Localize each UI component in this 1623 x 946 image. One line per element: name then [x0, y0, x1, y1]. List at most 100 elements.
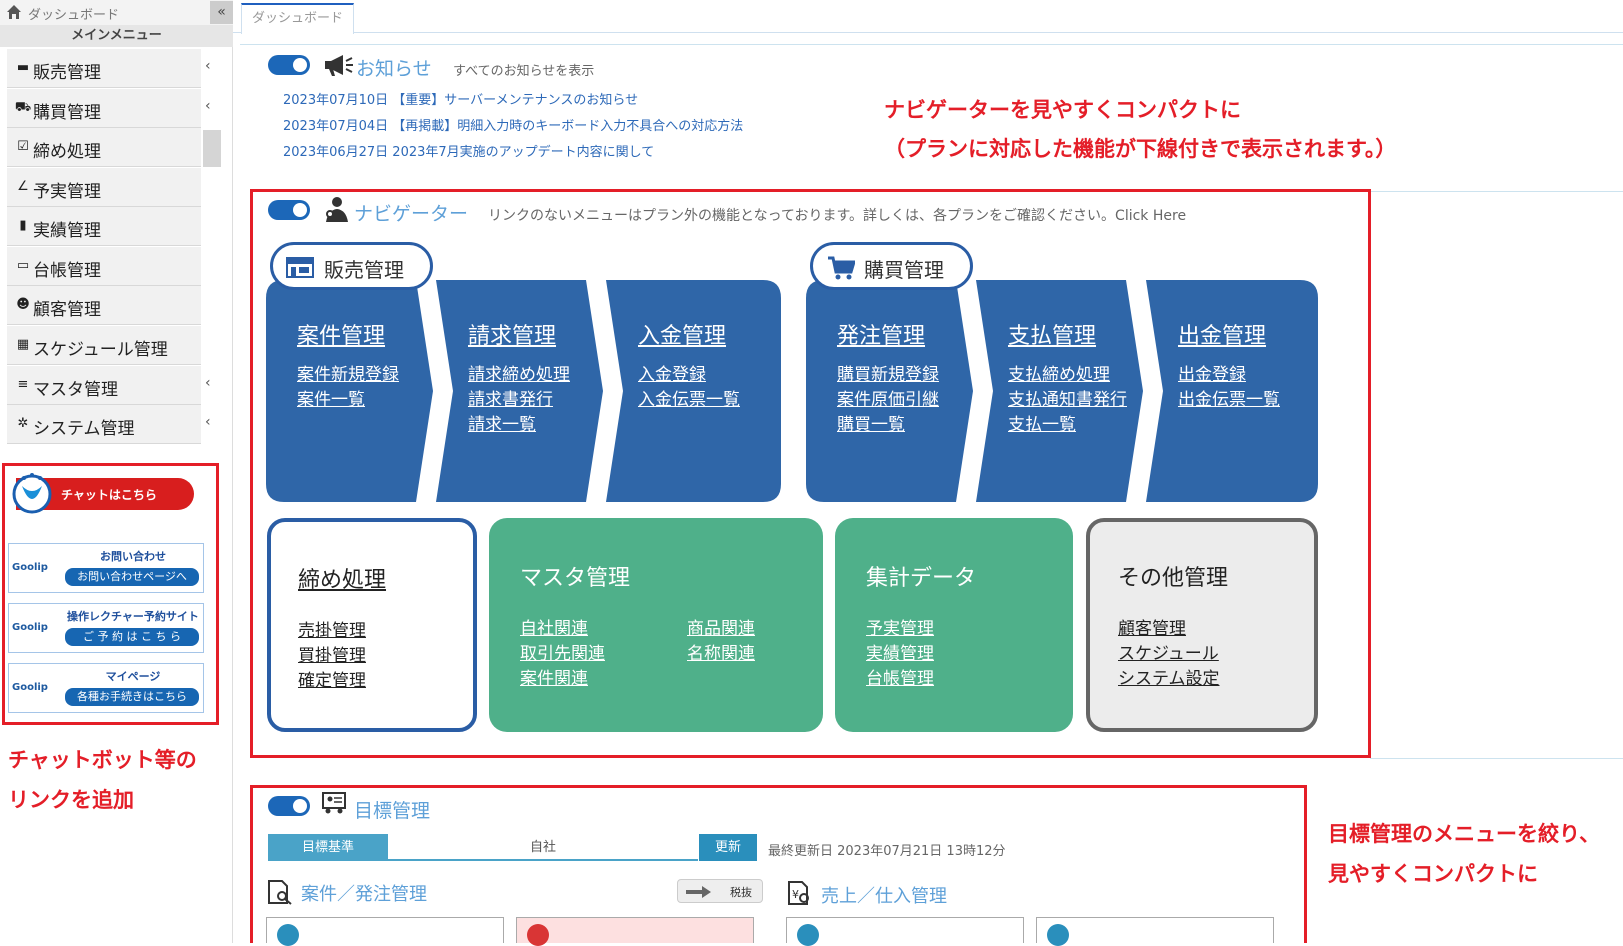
disbursement-slip-list-link[interactable]: 出金伝票一覧: [1178, 385, 1280, 410]
goals-board-icon: [322, 792, 346, 814]
collapse-sidebar-button[interactable]: «: [210, 1, 233, 24]
divider: [1370, 758, 1623, 759]
billing-list-link[interactable]: 請求一覧: [468, 410, 536, 435]
sidebar-item-label: スケジュール管理: [33, 340, 168, 360]
goals-title: 目標管理: [354, 800, 431, 822]
notices-toggle[interactable]: [268, 55, 310, 75]
notice-item[interactable]: 2023年06月27日 2023年7月実施のアップデート内容に関して: [283, 141, 654, 160]
chevron-left-icon: ‹: [205, 375, 211, 391]
annotation-goals-line1: 目標管理のメニューを絞り、: [1328, 822, 1601, 846]
new-project-link[interactable]: 案件新規登録: [297, 360, 399, 385]
sales-label-pill: 販売管理: [270, 242, 433, 290]
project-order-title: 案件／発注管理: [301, 884, 427, 905]
sidebar-item-budget-actual[interactable]: ∠ 予実管理: [7, 168, 201, 207]
sales-label: 販売管理: [324, 258, 404, 282]
closing-card-title[interactable]: 締め処理: [298, 562, 386, 594]
sidebar-item-system[interactable]: ✲ システム管理 ‹: [7, 405, 211, 444]
billing-closing-link[interactable]: 請求締め処理: [468, 360, 570, 385]
payment-received-entry-link[interactable]: 入金登録: [638, 360, 706, 385]
notice-item[interactable]: 2023年07月10日 【重要】サーバーメンテナンスのお知らせ: [283, 89, 638, 108]
sidebar-item-results[interactable]: ▮ 実績管理: [7, 207, 201, 246]
sidebar-item-master[interactable]: ≡ マスタ管理 ‹: [7, 366, 211, 405]
update-button[interactable]: 更新: [699, 834, 757, 861]
megaphone-icon: [325, 55, 353, 76]
cart-icon: [828, 256, 855, 280]
sales-icon: ▬: [16, 60, 30, 75]
sidebar-item-sales[interactable]: ▬ 販売管理 ‹: [7, 49, 211, 88]
goal-summary-box: [1036, 917, 1274, 946]
sidebar-item-purchase[interactable]: ⛟ 購買管理 ‹: [7, 89, 211, 128]
order-mgmt-link[interactable]: 発注管理: [837, 318, 925, 350]
payment-list-link[interactable]: 支払一覧: [1008, 410, 1076, 435]
show-all-notices-link[interactable]: すべてのお知らせを表示: [453, 60, 594, 79]
own-company-link[interactable]: 自社関連: [520, 614, 588, 639]
closing-card: 締め処理 売掛管理 買掛管理 確定管理: [267, 518, 477, 732]
project-mgmt-link[interactable]: 案件管理: [297, 318, 385, 350]
contact-page-button[interactable]: お問い合わせページへ: [65, 568, 199, 586]
calendar-icon: ▦: [16, 337, 30, 352]
sidebar: ダッシュボード « メインメニュー ▬ 販売管理 ‹ ⛟ 購買管理 ‹ ☑ 締め…: [0, 0, 233, 943]
lecture-booking-card[interactable]: Goolip 操作レクチャー予約サイト ご 予 約 は こ ち ら: [8, 603, 204, 653]
home-icon[interactable]: [6, 4, 22, 20]
notice-item[interactable]: 2023年07月04日 【再掲載】明細入力時のキーボード入力不具合への対応方法: [283, 115, 743, 134]
tab-dashboard[interactable]: ダッシュボード: [241, 3, 354, 34]
sidebar-item-customers[interactable]: ☻ 顧客管理: [7, 286, 201, 325]
new-purchase-link[interactable]: 購買新規登録: [837, 360, 939, 385]
users-icon: ☻: [16, 297, 30, 312]
confirmation-link[interactable]: 確定管理: [298, 666, 366, 691]
name-related-link[interactable]: 名称関連: [687, 639, 755, 664]
sidebar-item-closing[interactable]: ☑ 締め処理: [7, 128, 201, 167]
sidebar-item-label: 顧客管理: [33, 300, 101, 320]
sidebar-item-label: 締め処理: [33, 142, 101, 162]
cart-icon: ⛟: [14, 100, 32, 115]
payables-link[interactable]: 買掛管理: [298, 641, 366, 666]
annotation-navigator-line2: （プランに対応した機能が下線付きで表示されます。）: [884, 137, 1397, 161]
schedule-link[interactable]: スケジュール: [1118, 639, 1219, 664]
receivables-link[interactable]: 売掛管理: [298, 616, 366, 641]
results-link[interactable]: 実績管理: [866, 639, 934, 664]
ledger-link[interactable]: 台帳管理: [866, 664, 934, 689]
navigator-person-icon: [326, 197, 348, 222]
disbursement-entry-link[interactable]: 出金登録: [1178, 360, 1246, 385]
sidebar-item-ledger[interactable]: ▭ 台帳管理: [7, 247, 201, 286]
gear-icon: ✲: [17, 416, 29, 431]
payment-notice-issue-link[interactable]: 支払通知書発行: [1008, 385, 1127, 410]
customer-mgmt-link[interactable]: 顧客管理: [1118, 614, 1186, 639]
chevron-left-icon: ‹: [205, 414, 211, 430]
goals-toggle[interactable]: [268, 796, 310, 816]
company-select[interactable]: 自社: [388, 834, 698, 861]
chevron-left-icon: ‹: [205, 98, 211, 114]
navigator-note[interactable]: リンクのないメニューはプラン外の機能となっております。詳しくは、各プランをご確認…: [488, 205, 1186, 225]
goolip-logo: Goolip: [12, 682, 48, 693]
business-partner-link[interactable]: 取引先関連: [520, 639, 605, 664]
system-settings-link[interactable]: システム設定: [1118, 664, 1220, 689]
booking-button[interactable]: ご 予 約 は こ ち ら: [65, 628, 199, 646]
database-icon: ≡: [17, 377, 29, 392]
payment-received-mgmt-link[interactable]: 入金管理: [638, 318, 726, 350]
project-related-link[interactable]: 案件関連: [520, 664, 588, 689]
payment-received-slip-list-link[interactable]: 入金伝票一覧: [638, 385, 740, 410]
project-cost-carryover-link[interactable]: 案件原価引継: [837, 385, 939, 410]
purchase-list-link[interactable]: 購買一覧: [837, 410, 905, 435]
invoice-issue-link[interactable]: 請求書発行: [468, 385, 553, 410]
mypage-card[interactable]: Goolip マイページ 各種お手続きはこちら: [8, 663, 204, 713]
payment-mgmt-link[interactable]: 支払管理: [1008, 318, 1096, 350]
bookmark-icon: ▮: [19, 218, 27, 233]
svg-text:¥: ¥: [792, 888, 799, 901]
goolip-logo: Goolip: [12, 562, 48, 573]
last-updated-text: 最終更新日 2023年07月21日 13時12分: [768, 844, 1006, 859]
product-related-link[interactable]: 商品関連: [687, 614, 755, 639]
contact-link-card[interactable]: Goolip お問い合わせ お問い合わせページへ: [8, 543, 204, 593]
budget-actual-link[interactable]: 予実管理: [866, 614, 934, 639]
project-list-link[interactable]: 案件一覧: [297, 385, 365, 410]
tax-toggle[interactable]: 税抜: [677, 879, 763, 903]
sidebar-item-schedule[interactable]: ▦ スケジュール管理: [7, 326, 201, 365]
billing-mgmt-link[interactable]: 請求管理: [468, 318, 556, 350]
divider: [240, 44, 1623, 45]
navigator-toggle[interactable]: [268, 200, 310, 220]
procedures-button[interactable]: 各種お手続きはこちら: [65, 688, 199, 706]
payment-closing-link[interactable]: 支払締め処理: [1008, 360, 1110, 385]
disbursement-mgmt-link[interactable]: 出金管理: [1178, 318, 1266, 350]
other-card-title: その他管理: [1118, 566, 1229, 591]
sidebar-scrollbar[interactable]: [203, 130, 221, 167]
